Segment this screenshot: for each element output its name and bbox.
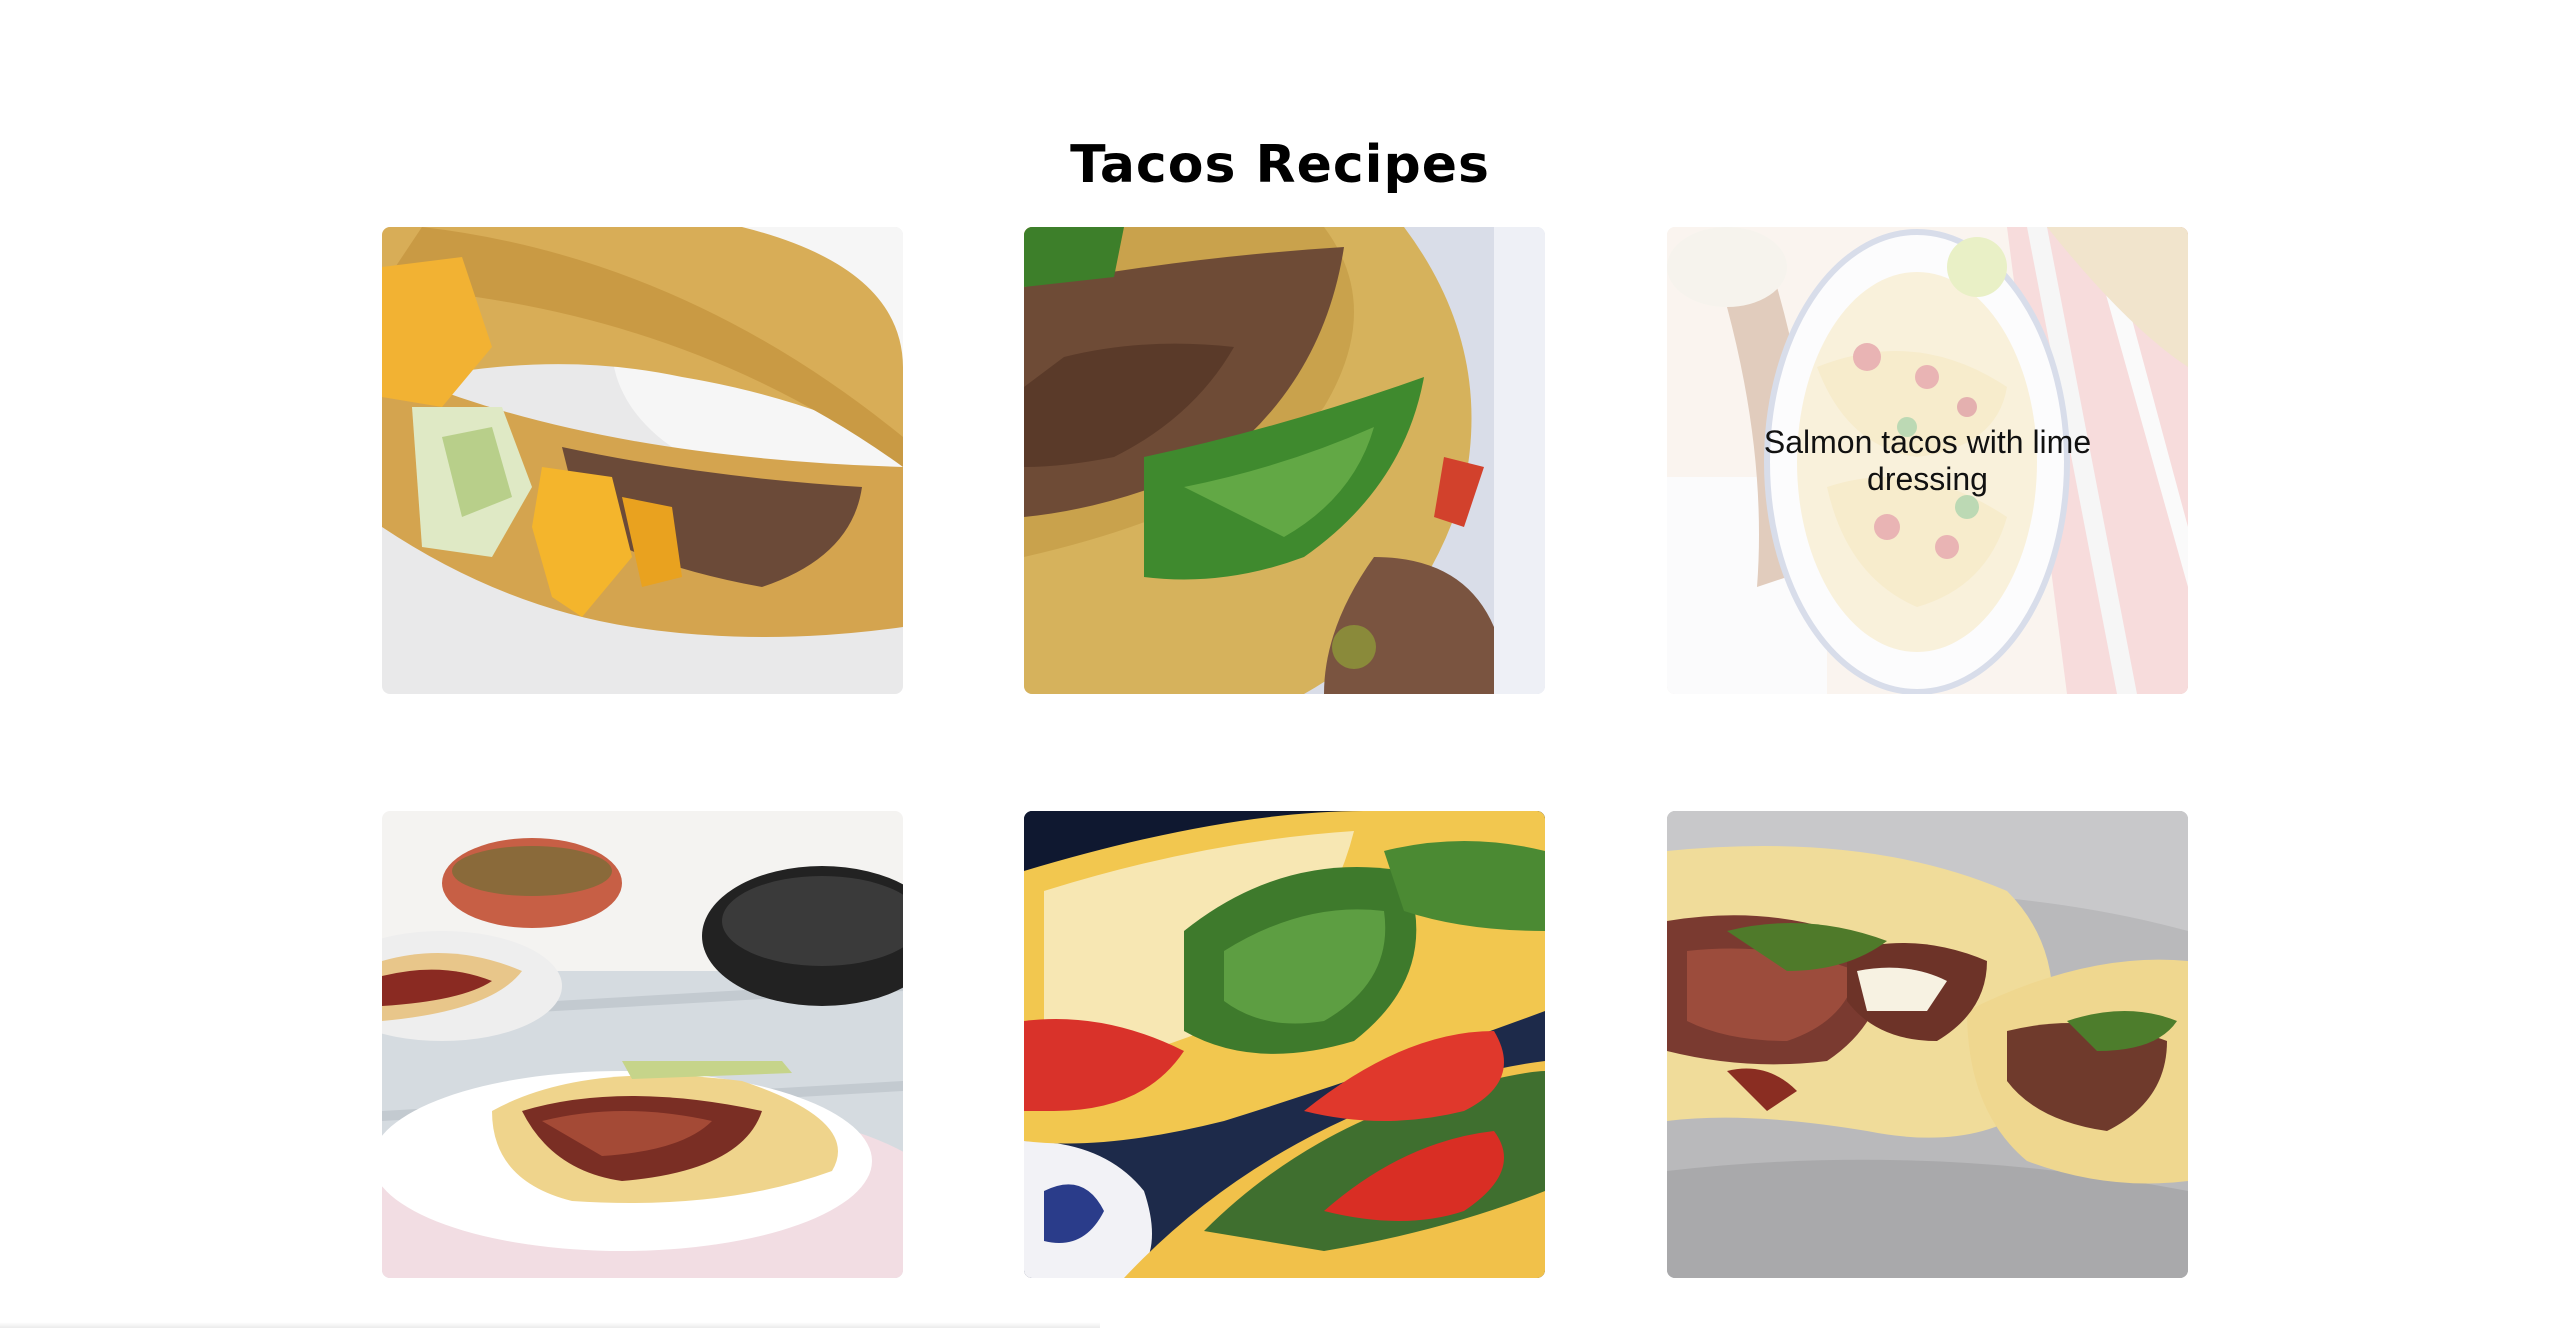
- lettuce-tomato-tacos-photo: [1024, 811, 1545, 1278]
- recipe-caption: Salmon tacos with lime dressing: [1763, 423, 2092, 497]
- recipe-card[interactable]: Salmon tacos with lime dressing: [1667, 227, 2188, 694]
- recipes-page: Tacos Recipes Salmon tacos with lime dre…: [0, 0, 2560, 1328]
- pulled-pork-tacos-photo: [382, 811, 903, 1278]
- ground-beef-tacos-photo: [1024, 227, 1545, 694]
- recipe-card[interactable]: [382, 811, 903, 1278]
- recipe-card[interactable]: [1024, 811, 1545, 1278]
- scroll-edge-shadow: [0, 1322, 1100, 1328]
- crispy-beef-taco-photo: [382, 227, 903, 694]
- recipe-card[interactable]: [1667, 811, 2188, 1278]
- page-title: Tacos Recipes: [1070, 134, 1490, 195]
- recipe-card[interactable]: [1024, 227, 1545, 694]
- recipe-card[interactable]: [382, 227, 903, 694]
- steak-tacos-photo: [1667, 811, 2188, 1278]
